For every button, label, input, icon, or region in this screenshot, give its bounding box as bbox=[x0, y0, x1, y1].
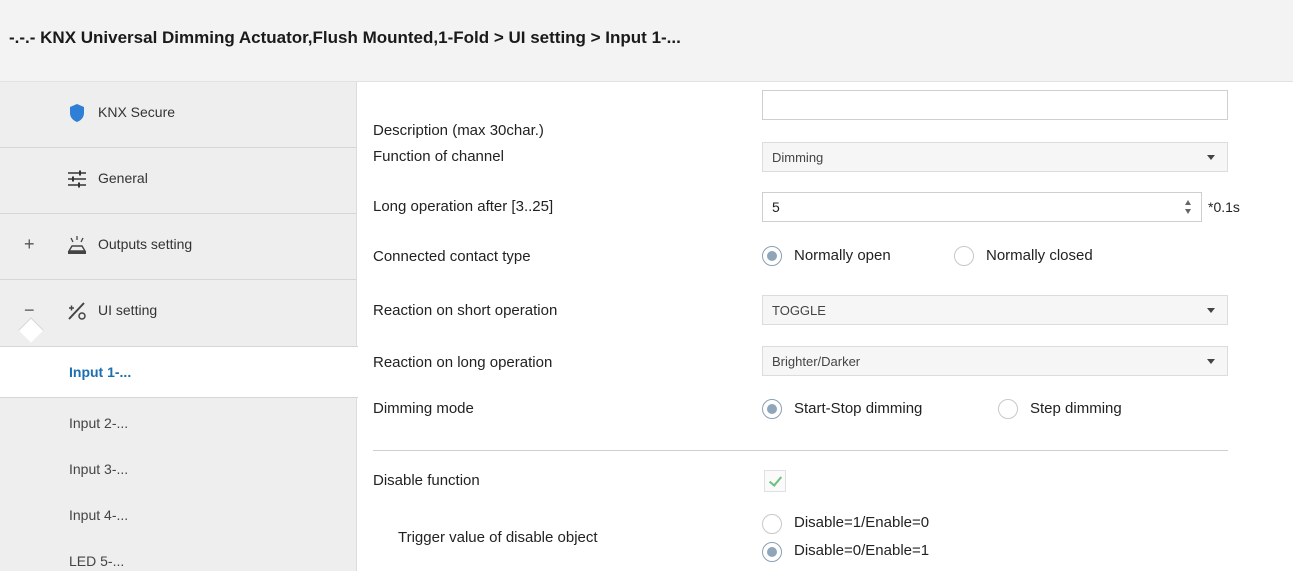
section-divider bbox=[373, 450, 1228, 451]
sidebar-subitem-input-3[interactable]: Input 3-... bbox=[0, 444, 357, 496]
ui-setting-icon bbox=[66, 300, 88, 322]
chevron-down-icon bbox=[1207, 359, 1215, 364]
description-label: Description (max 30char.) bbox=[373, 122, 544, 139]
sidebar-item-outputs-setting[interactable]: + Outputs setting bbox=[0, 214, 357, 280]
disable1-enable0-radio[interactable] bbox=[762, 514, 782, 534]
disable0-enable1-radio[interactable] bbox=[762, 542, 782, 562]
radio-label: Normally closed bbox=[986, 247, 1093, 264]
function-of-channel-select[interactable]: Dimming bbox=[762, 142, 1228, 172]
sidebar-subitem-label: Input 4-... bbox=[69, 507, 129, 523]
step-dimming-radio[interactable] bbox=[998, 399, 1018, 419]
expand-icon[interactable]: + bbox=[24, 234, 35, 255]
select-value: TOGGLE bbox=[772, 303, 826, 318]
radio-label: Disable=0/Enable=1 bbox=[794, 542, 930, 559]
contact-type-label: Connected contact type bbox=[373, 248, 531, 265]
sidebar-item-label: UI setting bbox=[98, 302, 158, 318]
sidebar-item-ui-setting[interactable]: − UI setting bbox=[0, 280, 357, 346]
sidebar-item-label: Outputs setting bbox=[98, 236, 193, 252]
start-stop-dimming-radio[interactable] bbox=[762, 399, 782, 419]
sidebar: KNX Secure General + Outputs setting − U… bbox=[0, 82, 358, 571]
normally-open-radio[interactable] bbox=[762, 246, 782, 266]
trigger-value-label: Trigger value of disable object bbox=[398, 529, 598, 546]
dimming-mode-label: Dimming mode bbox=[373, 400, 474, 417]
parameter-panel: Description (max 30char.) Function of ch… bbox=[358, 82, 1293, 571]
long-operation-stepper[interactable]: 5 bbox=[762, 192, 1202, 222]
stepper-value: 5 bbox=[772, 199, 780, 215]
sidebar-item-label: General bbox=[98, 170, 148, 186]
long-operation-label: Long operation after [3..25] bbox=[373, 198, 554, 215]
short-operation-select[interactable]: TOGGLE bbox=[762, 295, 1228, 325]
radio-label: Normally open bbox=[794, 247, 891, 264]
select-value: Dimming bbox=[772, 150, 824, 165]
short-operation-label: Reaction on short operation bbox=[373, 302, 558, 319]
function-of-channel-label: Function of channel bbox=[373, 148, 504, 165]
lamp-icon bbox=[66, 234, 88, 256]
sidebar-subitem-label: Input 2-... bbox=[69, 415, 129, 431]
disable-function-checkbox[interactable] bbox=[764, 470, 786, 492]
sidebar-item-general[interactable]: General bbox=[0, 148, 357, 214]
spin-down-icon[interactable] bbox=[1185, 209, 1191, 214]
description-input[interactable] bbox=[762, 90, 1228, 120]
normally-closed-radio[interactable] bbox=[954, 246, 974, 266]
radio-label: Step dimming bbox=[1030, 400, 1122, 417]
sidebar-subitem-input-2[interactable]: Input 2-... bbox=[0, 398, 357, 450]
select-value: Brighter/Darker bbox=[772, 354, 861, 369]
title-bar: -.-.- KNX Universal Dimming Actuator,Flu… bbox=[0, 0, 1293, 82]
shield-icon bbox=[66, 102, 88, 124]
long-reaction-label: Reaction on long operation bbox=[373, 354, 553, 371]
long-reaction-select[interactable]: Brighter/Darker bbox=[762, 346, 1228, 376]
sliders-icon bbox=[66, 168, 88, 190]
radio-label: Disable=1/Enable=0 bbox=[794, 514, 930, 531]
chevron-down-icon bbox=[1207, 308, 1215, 313]
sidebar-subitem-input-4[interactable]: Input 4-... bbox=[0, 490, 357, 542]
breadcrumb: -.-.- KNX Universal Dimming Actuator,Flu… bbox=[9, 28, 681, 47]
chevron-down-icon bbox=[1207, 155, 1215, 160]
sidebar-subitem-led-5[interactable]: LED 5-... bbox=[0, 536, 357, 571]
unit-label: *0.1s bbox=[1208, 199, 1240, 215]
radio-label: Start-Stop dimming bbox=[794, 400, 923, 417]
spin-up-icon[interactable] bbox=[1185, 200, 1191, 205]
sidebar-item-label: KNX Secure bbox=[98, 104, 176, 120]
sidebar-subitem-input-1[interactable]: Input 1-... bbox=[0, 346, 358, 398]
sidebar-subitem-label: LED 5-... bbox=[69, 553, 125, 569]
disable-function-label: Disable function bbox=[373, 472, 480, 489]
sidebar-subitem-label: Input 3-... bbox=[69, 461, 129, 477]
sidebar-item-knx-secure[interactable]: KNX Secure bbox=[0, 82, 357, 148]
sidebar-subitem-label: Input 1-... bbox=[69, 364, 132, 380]
